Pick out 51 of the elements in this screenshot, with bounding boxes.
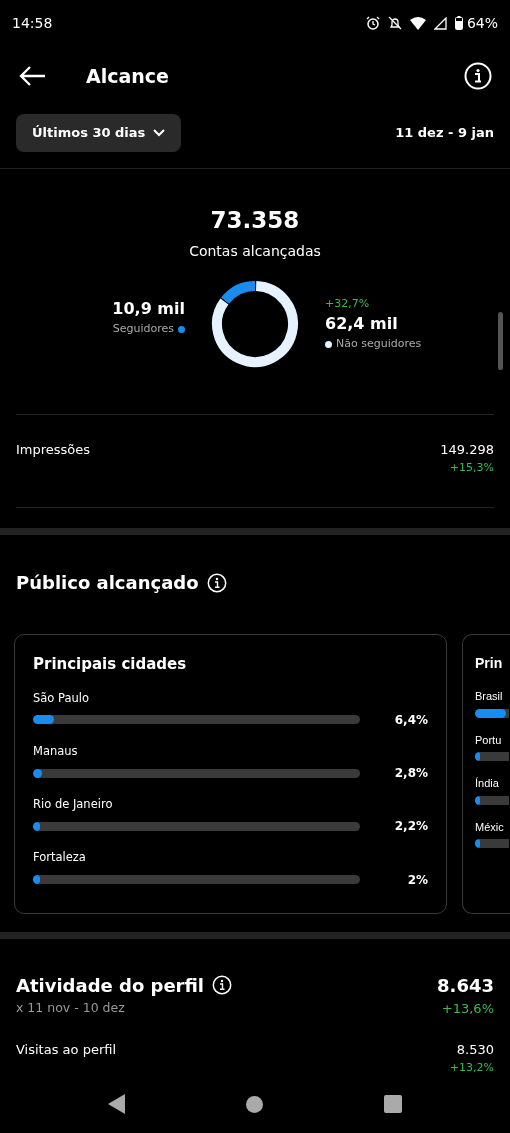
change-value: +13,2% [449,1059,494,1076]
back-arrow-icon[interactable] [18,65,46,87]
info-icon[interactable] [212,975,232,995]
section-title: Público alcançado [16,571,199,595]
info-icon[interactable] [464,62,492,90]
non-followers-count: 62,4 mil [325,313,399,335]
city-name: Manaus [33,742,79,760]
city-name: Portu [475,732,503,748]
battery-level: 64% [466,13,498,33]
impressions-label: Impressões [16,441,91,459]
city-name: Méxic [475,819,505,835]
city-name: São Paulo [33,689,91,707]
card-title: Principais cidades [33,654,188,675]
battery-icon [454,16,463,30]
reach-total: 73.358 [209,205,301,235]
comparison-period: x 11 nov - 10 dez [16,998,126,1017]
scrollbar [498,312,503,370]
city-name: Rio de Janeiro [33,796,114,813]
activity-total: 8.643 [437,973,494,998]
info-icon[interactable] [206,572,227,593]
section-title: Atividade do perfil [16,973,204,998]
card-title: Prin [475,654,504,673]
city-name: Fortaleza [33,849,87,867]
reach-label: Contas alcançadas [188,242,322,261]
wifi-icon [409,16,426,30]
status-time: 14:58 [12,13,53,33]
percentage: 2,8% [393,765,428,782]
signal-icon [433,16,447,30]
percentage: 2,2% [393,818,428,836]
followers-label: Seguidores [112,320,174,337]
followers-count: 10,9 mil [111,297,185,320]
home-icon[interactable] [246,1095,264,1113]
percentage: 6,4% [393,711,428,729]
metric-value: 8.530 [455,1041,494,1059]
change-value: +13,6% [440,999,494,1018]
city-name: Brasil [475,689,504,704]
alarm-icon [365,16,380,30]
percentage: 2% [406,871,428,889]
date-range: 11 dez - 9 jan [395,124,494,142]
period-dropdown[interactable]: Últimos 30 dias [16,114,182,152]
city-name: Índia [475,776,500,791]
change-value: +32,7% [325,295,371,312]
metric-label: Visitas ao perfil [16,1041,117,1059]
impressions-value: 149.298 [440,441,494,459]
recents-icon[interactable] [383,1095,402,1113]
muted-bell-icon [387,16,402,30]
chevron-down-icon [153,128,166,137]
page-title: Alcance [86,63,170,89]
non-followers-label: Não seguidores [336,336,422,352]
change-value: +15,3% [448,459,494,476]
back-icon[interactable] [108,1094,127,1114]
